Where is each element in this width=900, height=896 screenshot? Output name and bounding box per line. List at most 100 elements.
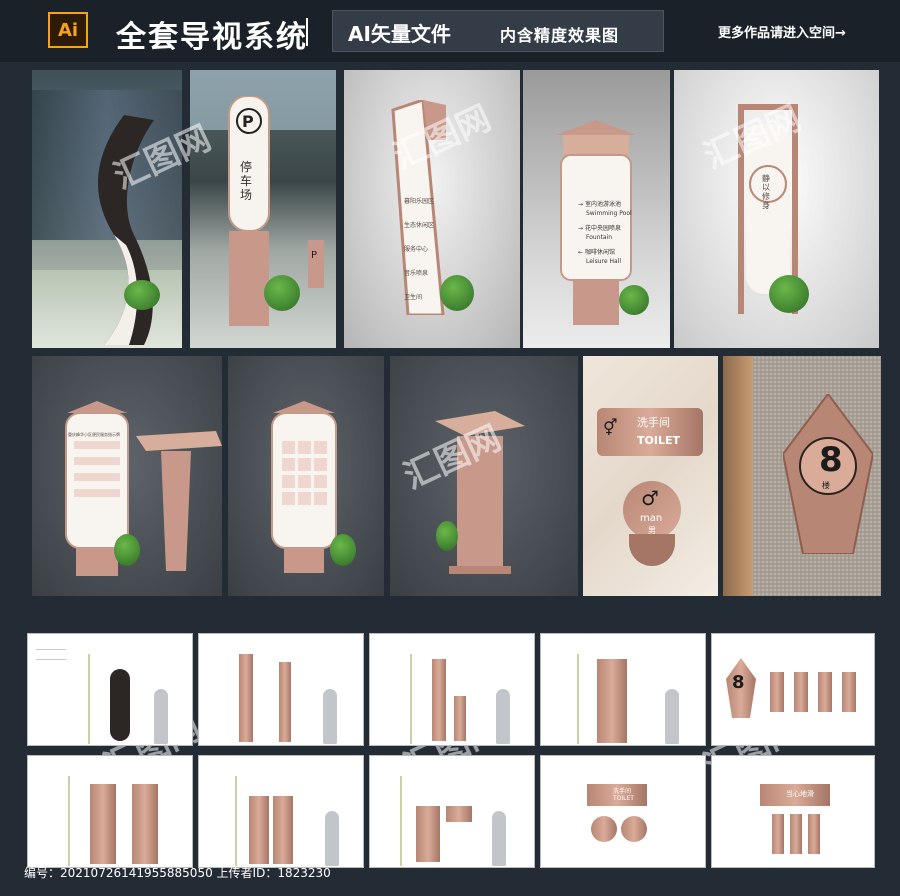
design-sheet-4: [540, 633, 706, 746]
design-sheet-9: 洗手间 TOILET: [540, 755, 706, 868]
floor-suffix: 楼: [822, 481, 830, 490]
shrub: [440, 275, 474, 311]
parking-letter: P: [242, 112, 254, 131]
shrub: [436, 521, 458, 551]
small-parking-post: [308, 240, 324, 288]
pavilion-sign-sketch: [597, 659, 627, 743]
man-plate-base: [629, 534, 675, 566]
person-silhouette: [325, 811, 339, 866]
tall-sign-item: 暮阳乐园区: [404, 198, 435, 205]
direction-en: Swimming Pool: [586, 210, 632, 217]
design-sheet-1: [27, 633, 193, 746]
render-panel-10-floor: 8 楼: [723, 356, 881, 596]
more-works-link[interactable]: 更多作品请进入空间→: [718, 22, 846, 41]
door-sign-sketch: [818, 672, 832, 712]
door-sign-sketch: [808, 814, 820, 854]
tree-sketch: [235, 776, 237, 866]
design-sheet-7: [198, 755, 364, 868]
tree-sketch: [577, 654, 579, 744]
lectern-sketch: [273, 796, 293, 864]
person-silhouette: [323, 689, 337, 744]
man-icon: ♂: [641, 486, 659, 510]
shrub: [124, 280, 160, 310]
direction-cn: 咖啡休闲馆: [584, 249, 615, 256]
uploader-label: 上传者ID：: [216, 866, 278, 880]
man-en: man: [640, 513, 663, 524]
parking-sign-sketch: [432, 659, 446, 741]
door-sign-sketch: [790, 814, 802, 854]
id-label: 编号：: [24, 866, 61, 880]
design-sheet-8: [369, 755, 535, 868]
tree-sketch: [400, 776, 402, 866]
person-silhouette: [154, 689, 168, 744]
tall-sign-item: 生态休闲区: [404, 222, 435, 229]
tree-sketch: [68, 776, 70, 866]
person-silhouette: [492, 811, 506, 866]
spec-line: [36, 649, 66, 650]
arrow-right-icon: →: [578, 201, 584, 208]
shrub: [114, 534, 140, 566]
render-panel-2: P 停车场 P: [190, 70, 336, 348]
footer-info: 编号：20210726141955885050 上传者ID：1823230: [24, 864, 331, 881]
design-sheet-3: [369, 633, 535, 746]
pillar-sketch: [416, 806, 440, 862]
design-sheet-10: 当心地滑: [711, 755, 875, 868]
sculpture-sign: [110, 669, 130, 741]
round-plate-sketch: [621, 816, 647, 842]
design-sheet-6: [27, 755, 193, 868]
tree-sketch: [410, 654, 412, 744]
spec-line: [36, 659, 66, 660]
shrub: [264, 275, 300, 311]
ai-file-logo-icon: Ai: [48, 12, 88, 48]
arrow-left-icon: ←: [578, 249, 584, 256]
sheet-title-sign: 当心地滑: [786, 790, 814, 798]
title-divider: [306, 18, 308, 46]
tall-sign-list: 暮阳乐园区 生态休闲区 服务中心 音乐喷泉 卫生间: [404, 190, 444, 310]
direction-cn: 花中央园喷泉: [584, 225, 621, 232]
slim-sign: [279, 662, 291, 742]
person-silhouette: [496, 689, 510, 744]
render-panel-9-toilet: ⚥ 洗手间 TOILET ♂ man 男: [583, 356, 718, 596]
page-title: 全套导视系统: [116, 20, 308, 55]
slim-sign: [239, 654, 253, 742]
tall-sign-item: 音乐喷泉: [404, 270, 429, 277]
subtitle-main: AI矢量文件: [348, 22, 451, 46]
info-board-sketch: [90, 784, 116, 864]
floor-number: 8: [819, 440, 843, 480]
toilet-en: TOILET: [637, 434, 680, 447]
side-banner-text: 静以修身: [762, 174, 770, 210]
arrow-right-icon: →: [578, 225, 584, 232]
door-sign-sketch: [842, 672, 856, 712]
lectern-sign: [136, 431, 222, 571]
design-sheet-2: [198, 633, 364, 746]
small-parking-letter: P: [311, 250, 318, 261]
direction-cn: 室内池游泳池: [584, 201, 621, 208]
parking-label: 停车场: [240, 160, 253, 202]
logo-text: Ai: [57, 19, 79, 41]
man-woman-icon: ⚥: [603, 418, 618, 437]
shrub: [619, 285, 649, 315]
tall-sign-item: 卫生间: [404, 294, 423, 301]
direction-list: → 室内池游泳池 Swimming Pool → 花中央园喷泉 Fountain…: [578, 200, 638, 266]
door-sign-sketch: [772, 814, 784, 854]
id-value: 20210726141955885050: [60, 866, 213, 880]
tree-sketch: [88, 654, 90, 744]
sheet-sign-text: 洗手间: [613, 788, 632, 795]
render-panel-7: [228, 356, 384, 596]
grid-board-sketch: [132, 784, 158, 864]
board-heading: 重庆峰华小区便民服务指示牌: [68, 432, 120, 437]
toilet-cn: 洗手间: [637, 416, 670, 429]
direction-item: → 室内池游泳池: [578, 200, 638, 209]
render-panel-6: 重庆峰华小区便民服务指示牌: [32, 356, 222, 596]
subtitle-sub: 内含精度效果图: [500, 26, 620, 45]
render-panel-4: → 室内池游泳池 Swimming Pool → 花中央园喷泉 Fountain…: [523, 70, 670, 348]
sheet-sign-en: TOILET: [613, 795, 634, 802]
design-sheet-5: 8: [711, 633, 875, 746]
uploader-value: 1823230: [277, 866, 331, 880]
door-sign-sketch: [770, 672, 784, 712]
direction-item: → 花中央园喷泉: [578, 224, 638, 233]
direction-item: ← 咖啡休闲馆: [578, 248, 638, 257]
round-plate-sketch: [591, 816, 617, 842]
shrub: [330, 534, 356, 566]
shrub: [769, 275, 809, 313]
